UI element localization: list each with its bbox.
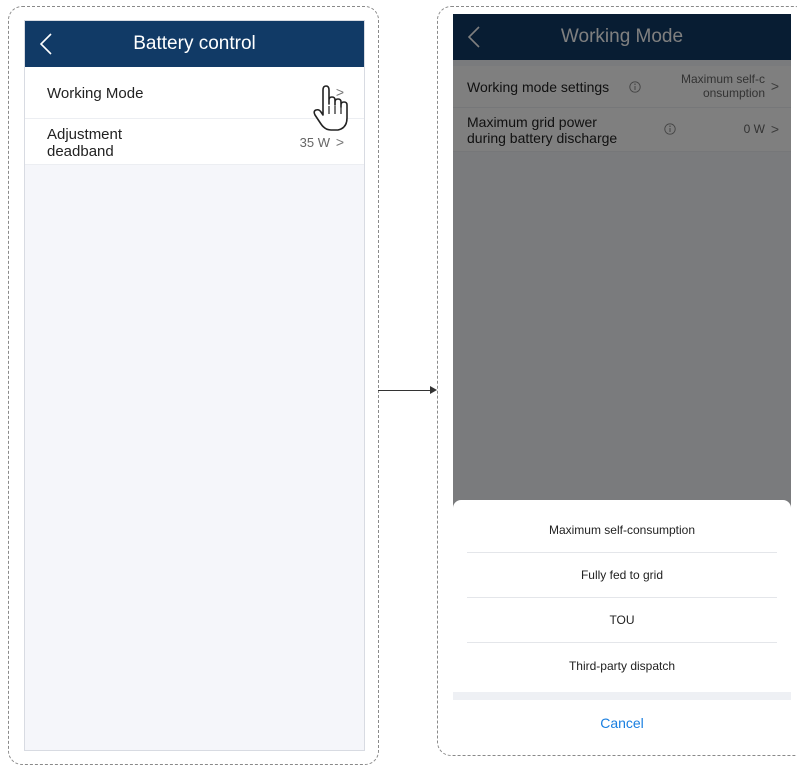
deadband-value: 35 W [299, 135, 330, 150]
working-mode-screen: Working Mode Working mode settings Maxim… [453, 14, 791, 745]
back-button[interactable] [35, 31, 57, 57]
cancel-button[interactable]: Cancel [453, 700, 791, 745]
sheet-divider [453, 692, 791, 700]
label-line-1: Adjustment [47, 126, 123, 143]
working-mode-label: Working Mode [47, 85, 144, 102]
connector-arrow-head [430, 386, 437, 394]
option-third-party-dispatch[interactable]: Third-party dispatch [467, 643, 777, 688]
working-mode-sheet: Maximum self-consumption Fully fed to gr… [453, 500, 791, 745]
chevron-left-icon [40, 33, 52, 55]
chevron-right-icon: > [335, 134, 344, 150]
option-fully-fed-to-grid[interactable]: Fully fed to grid [467, 553, 777, 598]
label-line-2: deadband [47, 143, 114, 160]
option-tou[interactable]: TOU [467, 598, 777, 643]
page-title: Battery control [133, 33, 256, 54]
pointing-hand-icon [313, 85, 348, 131]
title-bar: Battery control [25, 21, 364, 67]
connector-arrow-line [378, 390, 430, 391]
option-maximum-self-consumption[interactable]: Maximum self-consumption [467, 508, 777, 553]
adjustment-deadband-label: Adjustment deadband [47, 126, 122, 160]
